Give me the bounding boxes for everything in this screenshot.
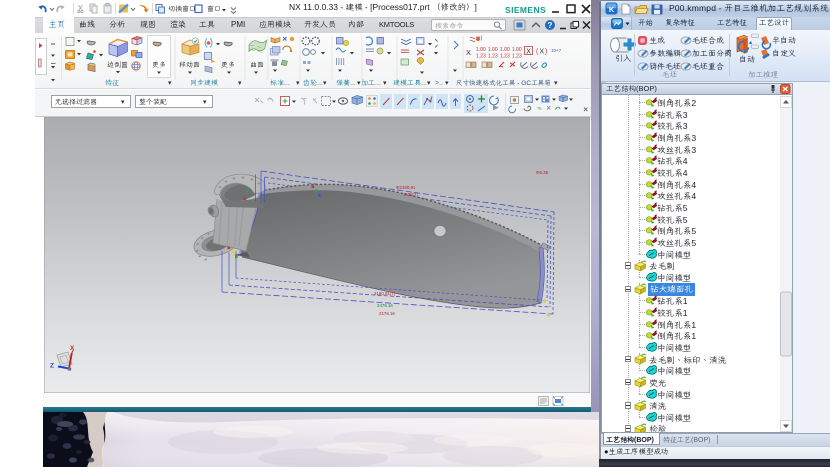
svg-text:X: X	[70, 345, 75, 352]
svg-text:1.00: 1.00	[512, 47, 522, 53]
svg-text:1.00: 1.00	[500, 47, 510, 53]
svg-text:1.23: 1.23	[476, 54, 486, 60]
svg-text:2476.16: 2476.16	[377, 303, 393, 308]
svg-text:1.23: 1.23	[488, 54, 498, 60]
svg-text:1.00: 1.00	[488, 47, 498, 53]
svg-text:): )	[545, 49, 547, 56]
svg-text:1.23: 1.23	[512, 54, 522, 60]
svg-text:10+7: 10+7	[551, 48, 562, 53]
svg-text:X: X	[540, 49, 545, 56]
svg-text:X: X	[466, 48, 471, 57]
svg-text:1.00: 1.00	[476, 47, 486, 53]
svg-text:0.05(7): 0.05(7)	[404, 192, 418, 197]
svg-text:X: X	[526, 49, 531, 56]
svg-text:1.23: 1.23	[500, 54, 510, 60]
svg-text:?: ?	[548, 21, 553, 30]
svg-text:K: K	[609, 7, 614, 14]
svg-text:Φ2180.91: Φ2180.91	[396, 185, 416, 190]
svg-text:Z: Z	[50, 363, 54, 370]
svg-text:2180.91(7): 2180.91(7)	[374, 291, 396, 296]
svg-text:2176.16: 2176.16	[379, 311, 395, 316]
svg-text:Φ6.35: Φ6.35	[536, 170, 549, 175]
